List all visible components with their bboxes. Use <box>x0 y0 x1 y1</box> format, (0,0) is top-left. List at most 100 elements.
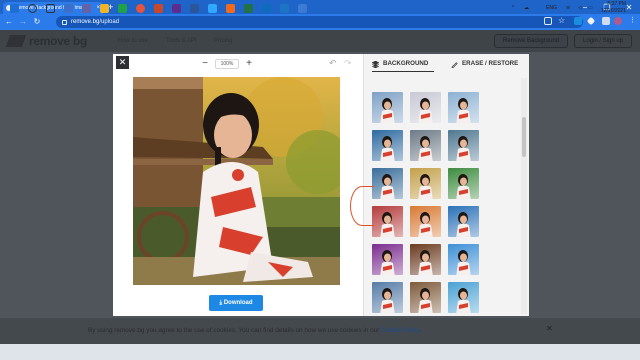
bookmark-star-icon[interactable]: ☆ <box>558 17 566 25</box>
tray-cloud-icon[interactable]: ☁ <box>524 5 529 11</box>
background-thumbnail[interactable] <box>372 130 403 161</box>
panel-scrollbar-thumb[interactable] <box>522 117 526 157</box>
lock-icon <box>62 19 67 25</box>
active-tab-indicator <box>372 71 434 72</box>
background-thumbnail[interactable] <box>448 206 479 237</box>
firefox-icon[interactable] <box>226 4 235 13</box>
thumbnail-subject <box>380 174 395 199</box>
thumbnail-subject <box>456 212 471 237</box>
wifi-icon[interactable]: ≋ <box>566 5 570 11</box>
thumbnail-subject <box>456 250 471 275</box>
zoom-level: 100% <box>215 59 239 69</box>
thumbnail-subject <box>380 250 395 275</box>
zoom-out-button[interactable]: − <box>199 58 211 70</box>
thumbnail-subject <box>418 174 433 199</box>
extension-icon[interactable] <box>574 17 582 25</box>
volume-icon[interactable]: ◁ <box>578 5 582 11</box>
preview-photo <box>133 77 340 285</box>
store-icon[interactable] <box>118 4 127 13</box>
background-thumbnail[interactable] <box>372 282 403 313</box>
forward-arrow-icon[interactable]: → <box>18 17 28 27</box>
browser-menu-icon[interactable]: ⋮ <box>629 17 636 25</box>
image-preview <box>133 77 340 285</box>
modal-close-button[interactable]: ✕ <box>116 56 129 69</box>
thumbnail-subject <box>456 136 471 161</box>
cookie-policy-link[interactable]: Cookie Policy <box>381 327 419 334</box>
login-signup-button[interactable]: Login / Sign up <box>574 34 632 48</box>
excel-icon[interactable] <box>244 4 253 13</box>
profile-avatar[interactable] <box>614 17 622 25</box>
thumbnail-subject <box>418 136 433 161</box>
cookie-text: By using remove.bg you agree to the use … <box>88 327 422 334</box>
system-clock[interactable]: 8:37 PM 12/10/2021 <box>598 1 626 15</box>
chrome-taskbar-icon[interactable] <box>136 4 145 13</box>
outlook-icon[interactable] <box>280 4 289 13</box>
background-thumbnail[interactable] <box>448 282 479 313</box>
removebg-logo[interactable]: remove bg <box>5 34 87 48</box>
background-thumbnail[interactable] <box>410 206 441 237</box>
widgets-icon[interactable] <box>64 4 73 13</box>
app-icon-blue[interactable] <box>298 4 307 13</box>
background-thumbnail[interactable] <box>410 168 441 199</box>
nav-tools-api[interactable]: Tools & API <box>166 38 197 44</box>
layers-icon <box>372 60 379 68</box>
url-host: remove.bg <box>71 19 100 25</box>
thumbnail-subject <box>456 288 471 313</box>
tab-background[interactable]: BACKGROUND <box>372 58 428 70</box>
file-explorer-icon[interactable] <box>100 4 109 13</box>
cookie-message: By using remove.bg you agree to the use … <box>88 327 380 334</box>
reload-icon[interactable]: ↻ <box>32 17 42 27</box>
background-thumbnail[interactable] <box>372 206 403 237</box>
panel-scrollbar-track[interactable] <box>521 78 527 314</box>
thumbnail-subject <box>380 288 395 313</box>
search-icon[interactable] <box>28 4 37 13</box>
tab-erase-restore[interactable]: ERASE / RESTORE <box>451 58 518 70</box>
teams-chat-icon[interactable] <box>82 4 91 13</box>
clock-time: 8:37 PM <box>607 1 626 7</box>
redo-icon[interactable]: ↷ <box>344 58 352 69</box>
background-thumbnail[interactable] <box>448 244 479 275</box>
background-thumbnail[interactable] <box>410 130 441 161</box>
task-view-icon[interactable] <box>46 4 55 13</box>
background-thumbnail[interactable] <box>448 92 479 123</box>
edge-icon[interactable] <box>262 4 271 13</box>
background-thumbnail[interactable] <box>410 92 441 123</box>
background-thumbnail[interactable] <box>410 244 441 275</box>
address-bar[interactable]: remove.bg/upload <box>56 16 583 28</box>
download-button[interactable]: ⤓ Download <box>209 295 263 311</box>
background-thumbnail[interactable] <box>372 168 403 199</box>
app-icon-purple[interactable] <box>172 4 181 13</box>
thumbnail-subject <box>380 98 395 123</box>
office-icon[interactable] <box>154 4 163 13</box>
photoshop-icon[interactable] <box>208 4 217 13</box>
word-icon[interactable] <box>190 4 199 13</box>
background-thumbnail[interactable] <box>448 130 479 161</box>
background-thumbnail[interactable] <box>372 92 403 123</box>
undo-icon[interactable]: ↶ <box>329 58 337 69</box>
tray-chevron-icon[interactable]: ^ <box>512 5 514 11</box>
extensions-puzzle-icon[interactable] <box>602 17 610 25</box>
thumbnail-subject <box>418 212 433 237</box>
zoom-controls: − 100% + <box>199 58 255 70</box>
download-icon: ⤓ <box>219 300 223 306</box>
background-thumbnail[interactable] <box>410 282 441 313</box>
share-icon[interactable] <box>544 17 552 25</box>
url-path: /upload <box>99 19 120 25</box>
background-thumbnail[interactable] <box>372 244 403 275</box>
cookie-banner: By using remove.bg you agree to the use … <box>0 318 640 344</box>
background-thumbnail[interactable] <box>448 168 479 199</box>
zoom-in-button[interactable]: + <box>243 58 255 70</box>
cookie-close-button[interactable]: ✕ <box>546 324 553 333</box>
tab-erase-restore-label: ERASE / RESTORE <box>462 60 519 67</box>
thumbnail-subject <box>418 98 433 123</box>
remove-background-button[interactable]: Remove Background <box>494 34 568 48</box>
battery-icon[interactable]: ▭ <box>588 5 593 11</box>
brush-icon <box>451 61 458 68</box>
nav-pricing[interactable]: Pricing <box>214 38 232 44</box>
thumbnail-subject <box>456 98 471 123</box>
start-windows-icon[interactable] <box>10 4 19 13</box>
language-indicator[interactable]: ENG <box>546 5 557 11</box>
nav-how-to-use[interactable]: How to use <box>118 38 148 44</box>
thumbnail-subject <box>380 136 395 161</box>
back-arrow-icon[interactable]: ← <box>4 17 14 27</box>
